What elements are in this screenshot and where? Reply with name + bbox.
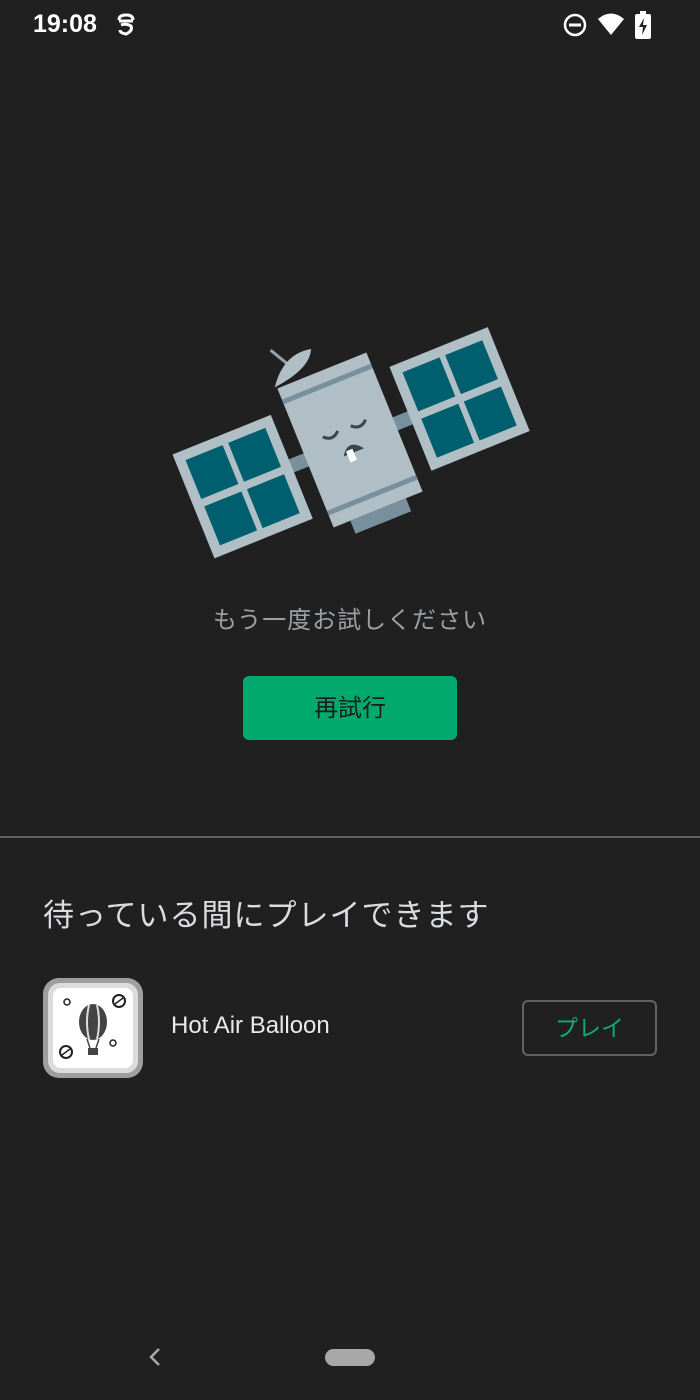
divider xyxy=(0,836,700,838)
games-section-heading: 待っている間にプレイできます xyxy=(43,898,490,934)
home-pill[interactable] xyxy=(325,1349,375,1366)
screen: 19:08 もう一度お試しください 再試行 待っている間にプレイできます Hot… xyxy=(0,0,700,1400)
app-notification-icon xyxy=(117,13,135,36)
game-list-item: Hot Air Balloon プレイ xyxy=(43,978,657,1078)
status-time: 19:08 xyxy=(33,10,97,38)
sleeping-satellite-illustration xyxy=(172,327,530,559)
error-message: もう一度お試しください xyxy=(212,606,488,634)
play-button[interactable]: プレイ xyxy=(522,1000,657,1056)
status-bar: 19:08 xyxy=(0,0,700,52)
retry-button[interactable]: 再試行 xyxy=(243,676,457,740)
back-chevron-icon[interactable] xyxy=(145,1346,165,1368)
battery-charging-icon xyxy=(635,11,651,39)
hot-air-balloon-icon xyxy=(43,978,143,1078)
wifi-icon xyxy=(598,13,624,35)
game-title: Hot Air Balloon xyxy=(171,1012,330,1039)
do-not-disturb-icon xyxy=(563,13,587,37)
